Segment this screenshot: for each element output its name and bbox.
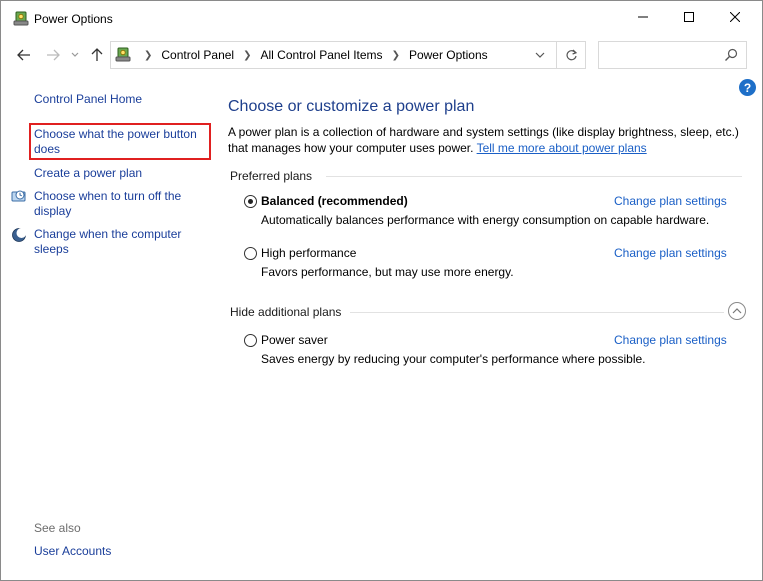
sidebar: Control Panel Home Choose what the power…	[1, 73, 216, 580]
high-performance-plan-radio[interactable]	[244, 247, 257, 260]
power-options-app-icon	[13, 11, 29, 26]
turn-off-display-link[interactable]: Choose when to turn off the display	[34, 189, 204, 219]
see-also-heading: See also	[34, 521, 81, 535]
power-saver-plan-name[interactable]: Power saver	[261, 333, 328, 347]
control-panel-home-link[interactable]: Control Panel Home	[34, 92, 142, 107]
breadcrumb-separator-icon[interactable]: ❯	[392, 50, 400, 61]
arrow-left-icon	[17, 49, 30, 61]
breadcrumb-separator-icon[interactable]: ❯	[144, 50, 152, 61]
arrow-right-icon	[47, 49, 60, 61]
breadcrumb: ❯ Control Panel ❯ All Control Panel Item…	[135, 42, 488, 68]
refresh-icon	[566, 49, 578, 60]
arrow-up-icon	[91, 48, 103, 61]
power-saver-change-settings-link[interactable]: Change plan settings	[614, 333, 727, 347]
computer-sleep-link[interactable]: Change when the computer sleeps	[34, 227, 204, 257]
page-title: Choose or customize a power plan	[228, 98, 475, 115]
balanced-plan-radio[interactable]	[244, 195, 257, 208]
up-button[interactable]	[87, 45, 107, 65]
high-performance-plan-description: Favors performance, but may use more ene…	[261, 265, 514, 279]
main-content: Choose or customize a power plan A power…	[216, 73, 762, 580]
maximize-button[interactable]	[666, 1, 712, 33]
minimize-icon	[638, 16, 648, 18]
power-button-settings-link[interactable]: Choose what the power button does	[34, 127, 206, 157]
maximize-icon	[684, 12, 694, 22]
navigation-bar: ❯ Control Panel ❯ All Control Panel Item…	[1, 39, 762, 71]
search-box[interactable]	[598, 41, 747, 69]
power-saver-plan-radio[interactable]	[244, 334, 257, 347]
power-options-window: Power Options ❯ Control Panel ❯ All Cont…	[0, 0, 763, 581]
collapse-plans-button[interactable]	[728, 302, 746, 320]
section-divider	[326, 176, 742, 177]
high-performance-change-settings-link[interactable]: Change plan settings	[614, 246, 727, 260]
user-accounts-link[interactable]: User Accounts	[34, 544, 111, 559]
address-dropdown-button[interactable]	[527, 42, 553, 68]
breadcrumb-control-panel[interactable]: Control Panel	[161, 48, 234, 62]
refresh-button[interactable]	[556, 42, 586, 68]
chevron-down-icon	[535, 52, 545, 58]
balanced-plan-name[interactable]: Balanced (recommended)	[261, 194, 408, 208]
control-panel-icon	[115, 47, 131, 62]
address-bar[interactable]: ❯ Control Panel ❯ All Control Panel Item…	[110, 41, 586, 69]
hide-additional-plans-heading[interactable]: Hide additional plans	[230, 305, 341, 319]
back-button[interactable]	[14, 45, 34, 65]
close-button[interactable]	[712, 1, 758, 33]
create-power-plan-link[interactable]: Create a power plan	[34, 166, 142, 181]
recent-locations-button[interactable]	[68, 45, 82, 65]
search-icon[interactable]	[724, 48, 738, 62]
window-title: Power Options	[34, 12, 113, 26]
search-input[interactable]	[603, 46, 713, 64]
high-performance-plan-name[interactable]: High performance	[261, 246, 356, 260]
moon-icon	[12, 228, 27, 242]
breadcrumb-all-items[interactable]: All Control Panel Items	[261, 48, 383, 62]
balanced-plan-description: Automatically balances performance with …	[261, 213, 710, 227]
close-icon	[730, 12, 740, 22]
section-divider	[350, 312, 724, 313]
preferred-plans-heading: Preferred plans	[230, 169, 313, 183]
minimize-button[interactable]	[620, 1, 666, 33]
chevron-down-icon	[71, 52, 79, 57]
power-saver-plan-description: Saves energy by reducing your computer's…	[261, 352, 646, 366]
chevron-up-icon	[732, 308, 742, 314]
breadcrumb-power-options[interactable]: Power Options	[409, 48, 488, 62]
page-description: A power plan is a collection of hardware…	[228, 124, 748, 156]
balanced-change-settings-link[interactable]: Change plan settings	[614, 194, 727, 208]
forward-button[interactable]	[43, 45, 63, 65]
display-clock-icon	[11, 190, 26, 202]
power-plans-help-link[interactable]: Tell me more about power plans	[477, 141, 647, 155]
breadcrumb-separator-icon[interactable]: ❯	[243, 50, 251, 61]
title-bar: Power Options	[1, 1, 762, 37]
